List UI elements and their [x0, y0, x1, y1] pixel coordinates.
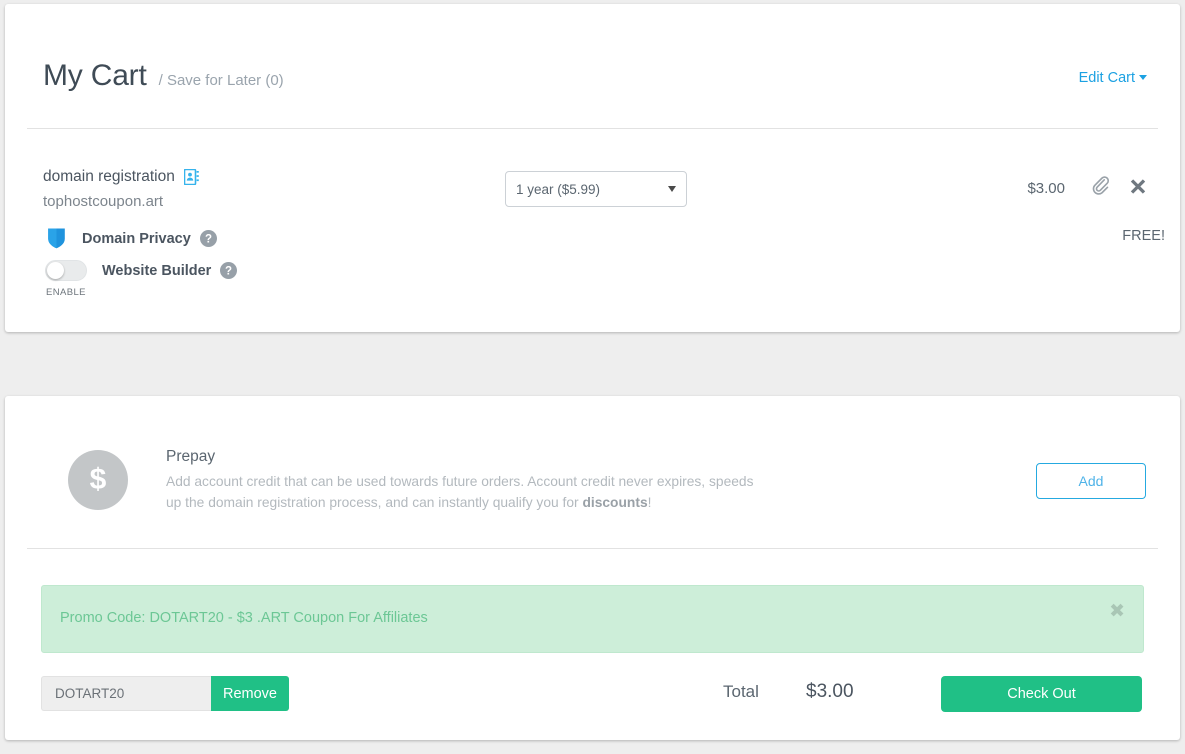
promo-banner: Promo Code: DOTART20 - $3 .ART Coupon Fo…	[41, 585, 1144, 653]
addon-label-domain-privacy: Domain Privacy	[82, 231, 191, 247]
cart-card: My Cart / Save for Later (0) Edit Cart d…	[5, 4, 1180, 332]
question-circle-icon[interactable]: ?	[220, 262, 237, 279]
prepay-divider	[27, 548, 1158, 549]
addon-price-domain-privacy: FREE!	[1065, 228, 1165, 244]
edit-cart-button[interactable]: Edit Cart	[1079, 70, 1147, 86]
page-title: My Cart	[43, 59, 147, 93]
term-select-value: 1 year ($5.99)	[516, 182, 600, 197]
addon-row-domain-privacy: Domain Privacy ?	[45, 227, 217, 250]
checkout-button[interactable]: Check Out	[941, 676, 1142, 712]
term-select[interactable]: 1 year ($5.99)	[505, 171, 687, 207]
prepay-description-line2-post: !	[648, 495, 652, 510]
paperclip-icon[interactable]	[1091, 176, 1110, 202]
save-for-later-link[interactable]: / Save for Later (0)	[159, 72, 284, 89]
promo-code-input[interactable]	[41, 676, 213, 711]
edit-cart-label: Edit Cart	[1079, 70, 1135, 86]
prepay-description: Add account credit that can be used towa…	[166, 471, 766, 513]
chevron-down-icon	[1139, 75, 1147, 80]
close-x-icon[interactable]: ✖	[1109, 602, 1125, 621]
addon-label-website-builder: Website Builder	[102, 263, 211, 279]
promo-banner-text: Promo Code: DOTART20 - $3 .ART Coupon Fo…	[60, 610, 428, 626]
product-name-row: domain registration	[43, 168, 199, 186]
toggle-enable-label: ENABLE	[46, 287, 86, 298]
question-circle-icon[interactable]: ?	[200, 230, 217, 247]
product-domain-label: tophostcoupon.art	[43, 193, 163, 210]
website-builder-toggle[interactable]	[45, 260, 87, 281]
remove-item-button[interactable]	[1129, 177, 1147, 201]
svg-text:?: ?	[225, 266, 232, 278]
product-name-label: domain registration	[43, 168, 175, 186]
remove-promo-button[interactable]: Remove	[211, 676, 289, 711]
discounts-link[interactable]: discounts	[582, 495, 647, 510]
prepay-title: Prepay	[166, 448, 215, 466]
toggle-knob	[47, 262, 64, 279]
header-divider	[27, 128, 1158, 129]
order-summary-card: $ Prepay Add account credit that can be …	[5, 396, 1180, 740]
svg-text:?: ?	[205, 234, 212, 246]
prepay-description-line1: Add account credit that can be used towa…	[166, 474, 705, 489]
dollar-sign-icon: $	[68, 450, 128, 510]
cart-page: My Cart / Save for Later (0) Edit Cart d…	[0, 0, 1185, 754]
total-value: $3.00	[806, 681, 854, 703]
product-price: $3.00	[965, 180, 1065, 197]
addon-row-website-builder: Website Builder ?	[45, 260, 237, 281]
chevron-down-icon	[668, 186, 676, 192]
cart-header: My Cart / Save for Later (0)	[43, 59, 284, 93]
address-book-icon[interactable]	[184, 169, 199, 185]
shield-icon[interactable]	[45, 227, 67, 250]
add-prepay-button[interactable]: Add	[1036, 463, 1146, 499]
total-label: Total	[723, 682, 759, 702]
